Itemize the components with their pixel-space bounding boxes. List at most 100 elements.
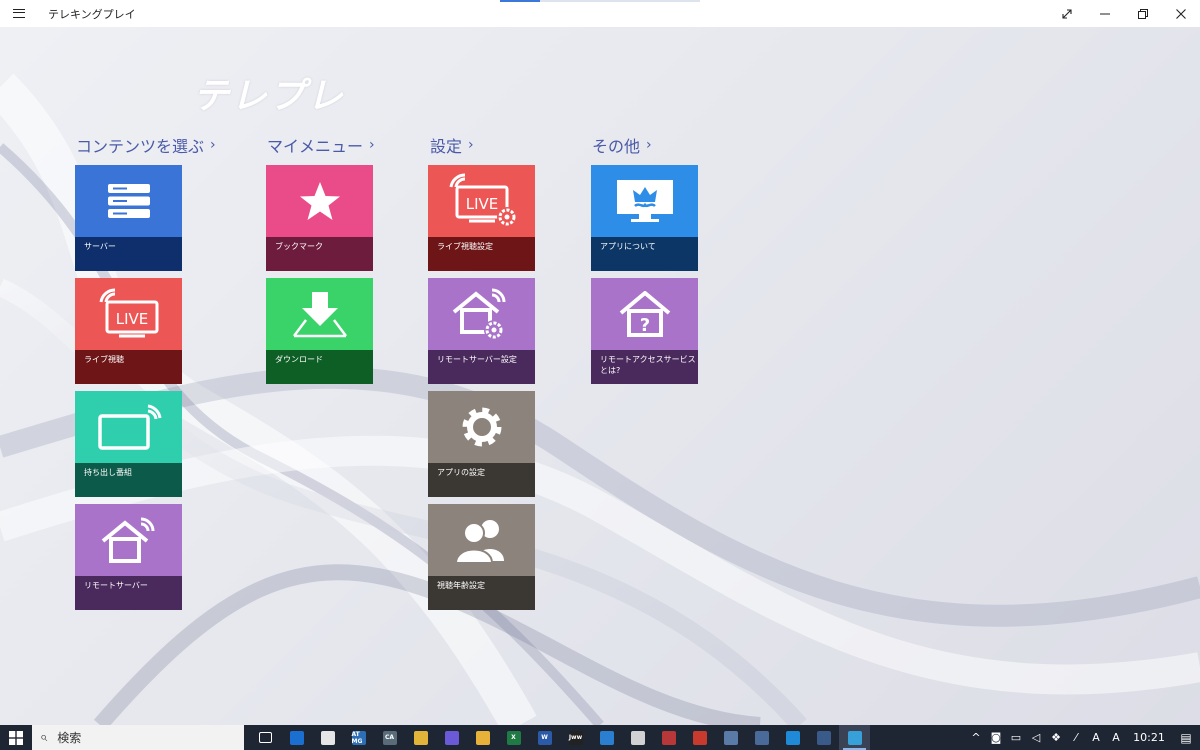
ca-icon: CA	[382, 730, 397, 745]
adobe-icon[interactable]: A	[1086, 731, 1106, 744]
taskbar-app-word[interactable]: W	[529, 725, 560, 750]
dropbox-icon[interactable]: ❖	[1046, 731, 1066, 744]
clock[interactable]: 10:21	[1126, 731, 1172, 744]
chevron-right-icon: ›	[210, 137, 216, 153]
tile-label: ダウンロード	[266, 350, 373, 384]
taskbar-app-app-2[interactable]	[312, 725, 343, 750]
minimize-icon	[1100, 13, 1110, 14]
app-2-icon	[320, 730, 335, 745]
tile-label: リモートアクセスサービスとは?	[591, 350, 698, 384]
teleplay-icon	[847, 730, 862, 745]
taskbar-app-app-6[interactable]	[436, 725, 467, 750]
tile-remote-server-settings[interactable]: リモートサーバー設定	[428, 278, 535, 384]
app-12-icon	[630, 730, 645, 745]
volume-icon[interactable]: ◁	[1026, 731, 1046, 744]
taskbar-app-app-15[interactable]	[715, 725, 746, 750]
edge-2-icon	[785, 730, 800, 745]
title-bar: テレキングプレイ	[0, 0, 1200, 27]
windows-icon	[9, 730, 23, 745]
home-wifi-icon	[75, 504, 182, 576]
live-tv-icon: LIVE	[75, 278, 182, 350]
group-header-other[interactable]: その他 ›	[592, 133, 652, 157]
chevron-right-icon: ›	[369, 137, 375, 153]
chevron-up-icon[interactable]: ^	[966, 731, 986, 744]
battery-icon[interactable]: ▭	[1006, 731, 1026, 744]
chrome-icon	[413, 730, 428, 745]
tile-bookmark[interactable]: ブックマーク	[266, 165, 373, 271]
excel-icon: X	[506, 730, 521, 745]
tablet-wifi-icon	[75, 391, 182, 463]
app-13-icon	[661, 730, 676, 745]
tile-label: リモートサーバー	[75, 576, 182, 610]
taskbar-app-excel[interactable]: X	[498, 725, 529, 750]
group-title: マイメニュー	[267, 137, 364, 156]
taskbar-app-edge-2[interactable]	[777, 725, 808, 750]
taskbar-app-app-16[interactable]	[746, 725, 777, 750]
download-icon	[266, 278, 373, 350]
teleplay-logo: テレプレ	[193, 76, 346, 117]
tile-remote-server[interactable]: リモートサーバー	[75, 504, 182, 610]
taskbar-app-atmg[interactable]: AT MG	[343, 725, 374, 750]
window-controls	[1048, 0, 1200, 27]
tile-remote-access[interactable]: ? リモートアクセスサービスとは?	[591, 278, 698, 384]
taskbar-app-app-12[interactable]	[622, 725, 653, 750]
taskbar-apps: AT MG CA X W Jww	[250, 725, 870, 750]
fullscreen-button[interactable]	[1048, 0, 1086, 27]
taskbar-app-edge[interactable]	[281, 725, 312, 750]
app-6-icon	[444, 730, 459, 745]
tile-download[interactable]: ダウンロード	[266, 278, 373, 384]
tile-live[interactable]: LIVE ライブ視聴	[75, 278, 182, 384]
search-icon: ⌕	[40, 730, 48, 745]
start-button[interactable]	[0, 725, 32, 750]
taskbar-app-acrobat[interactable]	[684, 725, 715, 750]
taskbar-app-app-11[interactable]	[591, 725, 622, 750]
taskbar-app-explorer[interactable]	[467, 725, 498, 750]
chevron-right-icon: ›	[468, 137, 474, 153]
taskbar-app-jww[interactable]: Jww	[560, 725, 591, 750]
hamburger-icon	[13, 9, 25, 18]
tile-label: ライブ視聴設定	[428, 237, 535, 271]
taskbar-app-teleplay[interactable]	[839, 725, 870, 750]
tile-server[interactable]: サーバー	[75, 165, 182, 271]
hamburger-menu-button[interactable]	[0, 0, 38, 27]
tile-label: 視聴年齢設定	[428, 576, 535, 610]
group-header-settings[interactable]: 設定 ›	[430, 133, 474, 157]
tile-live-settings[interactable]: LIVE ライブ視聴設定	[428, 165, 535, 271]
group-title: 設定	[430, 137, 463, 156]
tile-age-settings[interactable]: 視聴年齢設定	[428, 504, 535, 610]
tile-label: サーバー	[75, 237, 182, 271]
ime-icon[interactable]: A	[1106, 731, 1126, 744]
app-15-icon	[723, 730, 738, 745]
atmg-icon: AT MG	[351, 730, 366, 745]
close-button[interactable]	[1162, 0, 1200, 27]
loading-indicator	[500, 0, 700, 2]
taskbar-app-chrome[interactable]	[405, 725, 436, 750]
group-header-contents[interactable]: コンテンツを選ぶ ›	[76, 133, 216, 157]
group-header-mymenu[interactable]: マイメニュー ›	[267, 133, 375, 157]
app-11-icon	[599, 730, 614, 745]
word-icon: W	[537, 730, 552, 745]
chevron-right-icon: ›	[646, 137, 652, 153]
svg-text:?: ?	[639, 315, 649, 336]
restore-icon	[1138, 8, 1148, 19]
taskbar-app-ca[interactable]: CA	[374, 725, 405, 750]
svg-text:LIVE: LIVE	[115, 310, 148, 328]
taskbar-app-app-13[interactable]	[653, 725, 684, 750]
search-placeholder: 検索	[57, 731, 82, 745]
tile-label: アプリについて	[591, 237, 698, 271]
restore-button[interactable]	[1124, 0, 1162, 27]
app-16-icon	[754, 730, 769, 745]
pen-icon[interactable]: ⁄	[1066, 731, 1086, 744]
taskbar-app-task-view[interactable]	[250, 725, 281, 750]
close-icon	[1176, 8, 1186, 19]
minimize-button[interactable]	[1086, 0, 1124, 27]
taskbar-search-box[interactable]: ⌕ 検索	[32, 725, 244, 750]
system-tray: ^ ◙ ▭ ◁ ❖ ⁄ A A 10:21 ▤	[966, 725, 1200, 750]
users-icon	[428, 504, 535, 576]
tile-app-settings[interactable]: アプリの設定	[428, 391, 535, 497]
tile-takeout[interactable]: 持ち出し番組	[75, 391, 182, 497]
notification-icon[interactable]: ▤	[1172, 731, 1200, 745]
tile-about[interactable]: アプリについて	[591, 165, 698, 271]
meet-icon[interactable]: ◙	[986, 731, 1006, 744]
taskbar-app-defender[interactable]	[808, 725, 839, 750]
